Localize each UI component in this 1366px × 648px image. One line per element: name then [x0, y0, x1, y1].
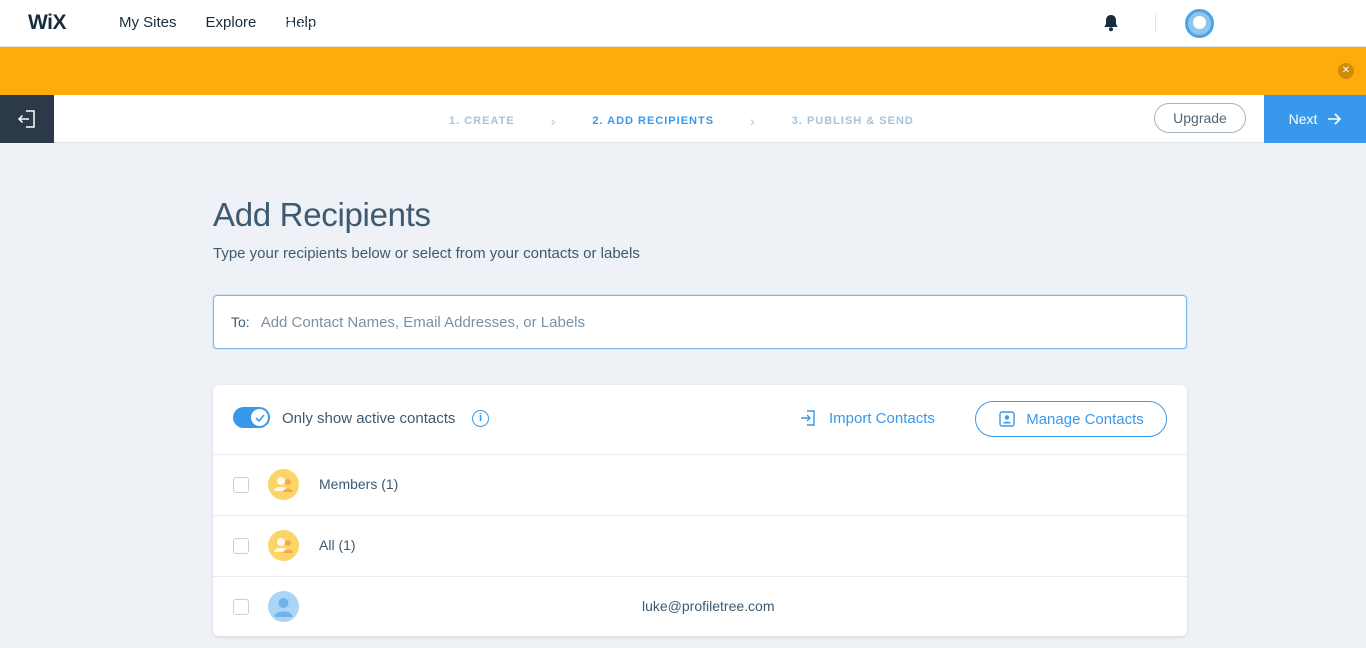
page-subtitle: Type your recipients below or select fro… [213, 245, 640, 262]
nav-divider [1155, 13, 1156, 33]
import-icon [801, 410, 815, 426]
wix-logo[interactable]: WiX [28, 11, 66, 35]
group-avatar-icon [268, 530, 299, 561]
import-contacts-label: Import Contacts [829, 409, 935, 427]
row-email: luke@profiletree.com [642, 598, 775, 614]
import-contacts-button[interactable]: Import Contacts [799, 409, 935, 427]
recipients-field[interactable]: To: [213, 295, 1187, 349]
row-label: Members (1) [319, 476, 399, 492]
info-icon[interactable]: i [472, 410, 489, 427]
page-title: Add Recipients [213, 196, 431, 233]
wizard-steps: 1. CREATE › 2. ADD RECIPIENTS › 3. PUBLI… [449, 113, 914, 129]
row-label: All (1) [319, 537, 356, 553]
bell-icon[interactable] [1101, 13, 1121, 33]
exit-button[interactable] [0, 95, 54, 143]
toggle-knob [251, 409, 268, 426]
next-button-label: Next [1288, 111, 1318, 127]
upgrade-button[interactable]: Upgrade [1154, 103, 1246, 133]
nav-link-my-sites[interactable]: My Sites [119, 14, 177, 31]
check-icon [254, 413, 265, 422]
step-add-recipients[interactable]: 2. ADD RECIPIENTS [592, 115, 714, 127]
contacts-card: Only show active contacts i Import Conta… [213, 385, 1187, 636]
row-checkbox[interactable] [233, 477, 249, 493]
manage-contacts-label: Manage Contacts [1026, 410, 1144, 428]
contact-card-icon [999, 411, 1015, 427]
banner-close-icon[interactable]: ✕ [1338, 63, 1354, 79]
banner-message: You haven’t connected a payment method. … [279, 16, 856, 32]
user-avatar[interactable] [1185, 9, 1214, 38]
nav-link-explore[interactable]: Explore [206, 14, 257, 31]
to-label: To: [231, 314, 250, 330]
person-avatar-icon [268, 591, 299, 622]
group-avatar-icon [268, 469, 299, 500]
row-checkbox[interactable] [233, 538, 249, 554]
exit-icon [17, 110, 35, 128]
arrow-right-icon [1328, 113, 1342, 125]
payment-warning-banner [0, 47, 1366, 95]
recipients-input[interactable] [260, 313, 1141, 331]
chevron-right-icon: › [550, 113, 557, 129]
active-contacts-label: Only show active contacts [282, 410, 456, 427]
add-payment-method-link[interactable]: Add Payment Method [937, 16, 1072, 32]
chevron-right-icon: › [750, 113, 756, 129]
step-create[interactable]: 1. CREATE [449, 115, 515, 127]
list-item[interactable]: Members (1) [213, 455, 1187, 516]
list-item[interactable]: All (1) [213, 516, 1187, 577]
list-item[interactable]: luke@profiletree.com [213, 577, 1187, 636]
manage-contacts-button[interactable]: Manage Contacts [975, 401, 1167, 437]
active-contacts-toggle[interactable] [233, 407, 270, 428]
next-button[interactable]: Next [1264, 95, 1366, 143]
row-checkbox[interactable] [233, 599, 249, 615]
step-publish-send[interactable]: 3. PUBLISH & SEND [792, 115, 914, 127]
contacts-card-header: Only show active contacts i Import Conta… [213, 385, 1187, 455]
